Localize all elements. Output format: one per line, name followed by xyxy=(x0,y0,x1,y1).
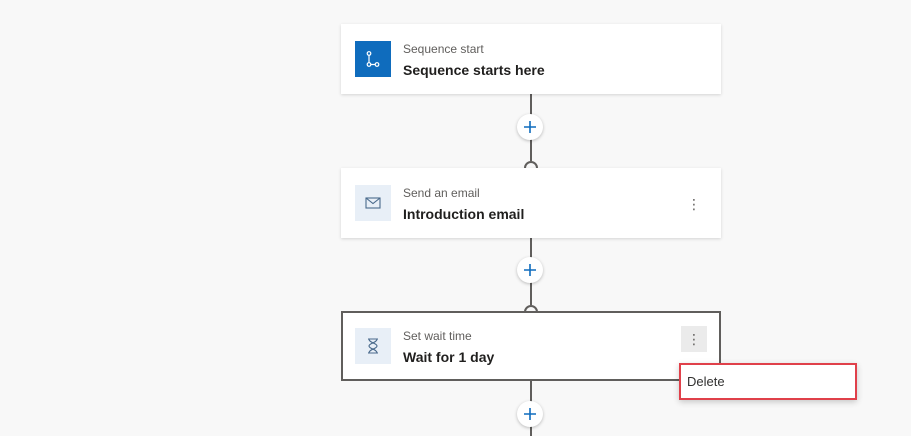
delete-menu-item[interactable]: Delete xyxy=(687,374,725,389)
hourglass-icon xyxy=(355,328,391,364)
context-menu: Delete xyxy=(679,363,857,400)
more-options-button[interactable]: ⋮ xyxy=(681,326,707,352)
step-card-send-email[interactable]: Send an email Introduction email ⋮ xyxy=(341,168,721,238)
step-card-wait-time[interactable]: Set wait time Wait for 1 day ⋮ xyxy=(341,311,721,381)
more-vertical-icon: ⋮ xyxy=(687,196,701,212)
add-step-button[interactable] xyxy=(517,257,543,283)
step-title: Introduction email xyxy=(403,206,525,222)
plus-icon xyxy=(524,121,536,133)
step-type-label: Set wait time xyxy=(403,329,472,343)
step-type-label: Sequence start xyxy=(403,42,484,56)
add-step-button[interactable] xyxy=(517,401,543,427)
step-type-label: Send an email xyxy=(403,186,480,200)
more-options-button[interactable]: ⋮ xyxy=(681,191,707,217)
envelope-icon xyxy=(355,185,391,221)
step-title: Wait for 1 day xyxy=(403,349,495,365)
plus-icon xyxy=(524,408,536,420)
more-vertical-icon: ⋮ xyxy=(687,331,701,347)
branch-icon xyxy=(355,41,391,77)
step-title: Sequence starts here xyxy=(403,62,545,78)
step-card-sequence-start[interactable]: Sequence start Sequence starts here xyxy=(341,24,721,94)
add-step-button[interactable] xyxy=(517,114,543,140)
plus-icon xyxy=(524,264,536,276)
